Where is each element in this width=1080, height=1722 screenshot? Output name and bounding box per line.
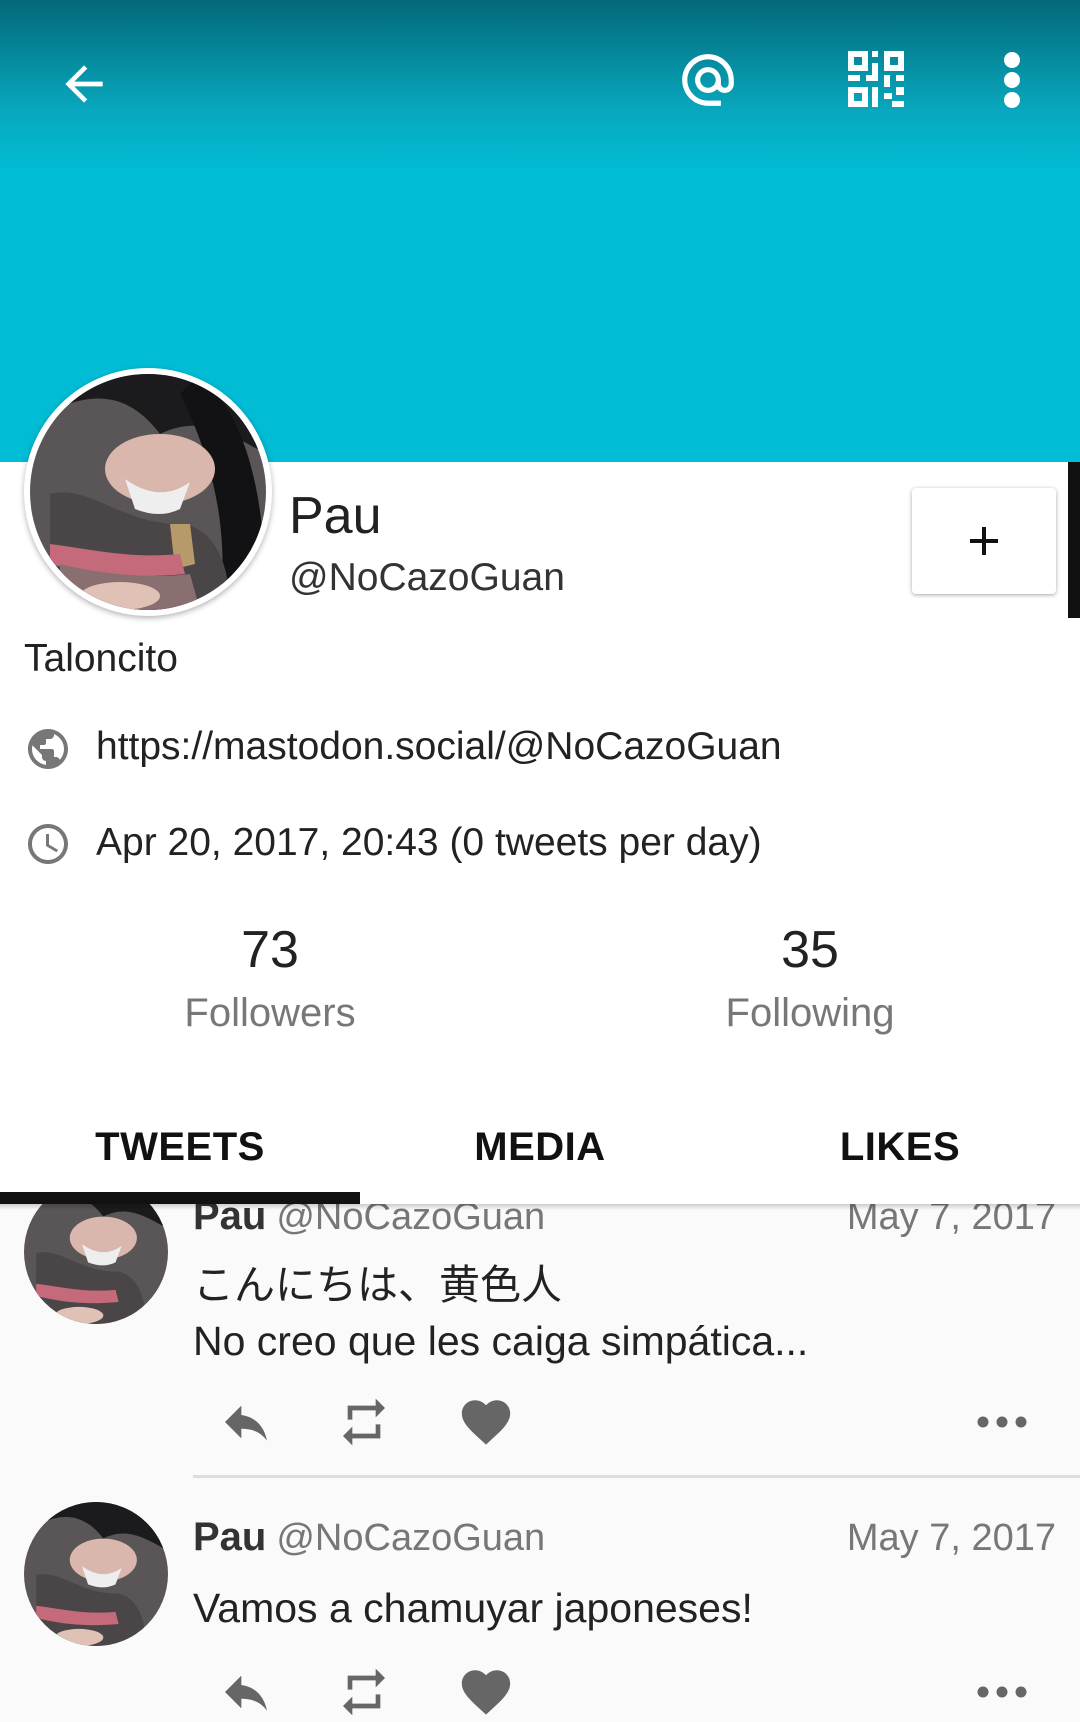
tweet-avatar[interactable] <box>24 1502 168 1646</box>
heart-icon <box>461 1400 511 1445</box>
reply-icon <box>225 1675 267 1711</box>
retweet-button[interactable] <box>328 1662 400 1722</box>
back-button[interactable] <box>48 48 120 120</box>
clock-icon <box>28 824 68 864</box>
tweet-text: Vamos a chamuyar japoneses! <box>193 1585 753 1631</box>
retweet-button[interactable] <box>328 1392 400 1452</box>
reply-button[interactable] <box>210 1662 282 1722</box>
tweet-more-button[interactable] <box>968 1400 1036 1444</box>
more-vert-icon <box>1004 52 1020 108</box>
follow-button[interactable] <box>912 488 1056 594</box>
tab-tweets[interactable]: TWEETS <box>0 1090 360 1204</box>
reply-button[interactable] <box>210 1392 282 1452</box>
like-button[interactable] <box>450 1662 522 1722</box>
tweet-author-name: Pau <box>193 1515 267 1559</box>
scroll-edge <box>1068 462 1080 618</box>
heart-icon <box>461 1670 511 1715</box>
like-button[interactable] <box>450 1392 522 1452</box>
avatar-image <box>30 374 266 610</box>
arrow-back-icon <box>65 65 103 103</box>
tab-media[interactable]: MEDIA <box>360 1090 720 1204</box>
more-horiz-icon <box>977 1416 1027 1428</box>
tweet-text: こんにちは、黄色人 No creo que les caiga simpátic… <box>193 1262 809 1364</box>
tweet-more-button[interactable] <box>968 1670 1036 1714</box>
followers-label[interactable]: Followers <box>120 991 420 1036</box>
following-count[interactable]: 35 <box>660 920 960 980</box>
active-tab-indicator <box>0 1192 360 1204</box>
tweet-author-handle: @NoCazoGuan <box>276 1517 546 1559</box>
tab-likes[interactable]: LIKES <box>720 1090 1080 1204</box>
profile-joined-date: Apr 20, 2017, 20:43 (0 tweets per day) <box>96 821 762 864</box>
following-label[interactable]: Following <box>660 991 960 1036</box>
more-options-button[interactable] <box>984 44 1040 116</box>
retweet-icon <box>343 1668 385 1716</box>
tweet-divider <box>193 1475 1080 1478</box>
profile-bio: Taloncito <box>24 637 178 680</box>
mention-button[interactable] <box>672 42 744 118</box>
tabs-shadow <box>0 1204 1080 1210</box>
more-horiz-icon <box>977 1686 1027 1698</box>
profile-website-link[interactable]: https://mastodon.social/@NoCazoGuan <box>96 725 782 769</box>
plus-icon <box>970 527 998 555</box>
reply-icon <box>225 1405 267 1441</box>
tweet-author: Pau @NoCazoGuan <box>193 1515 545 1560</box>
profile-name: Pau <box>289 487 382 545</box>
tweet-date: May 7, 2017 <box>846 1517 1056 1559</box>
profile-handle: @NoCazoGuan <box>289 556 565 599</box>
at-icon <box>682 54 734 106</box>
profile-tabs-overlay: TWEETS MEDIA LIKES <box>0 1090 1080 1204</box>
qr-code-icon <box>848 51 904 107</box>
globe-icon <box>28 729 68 769</box>
retweet-icon <box>343 1398 385 1446</box>
profile-avatar[interactable] <box>24 368 272 616</box>
qr-code-button[interactable] <box>838 44 914 114</box>
followers-count[interactable]: 73 <box>120 920 420 980</box>
